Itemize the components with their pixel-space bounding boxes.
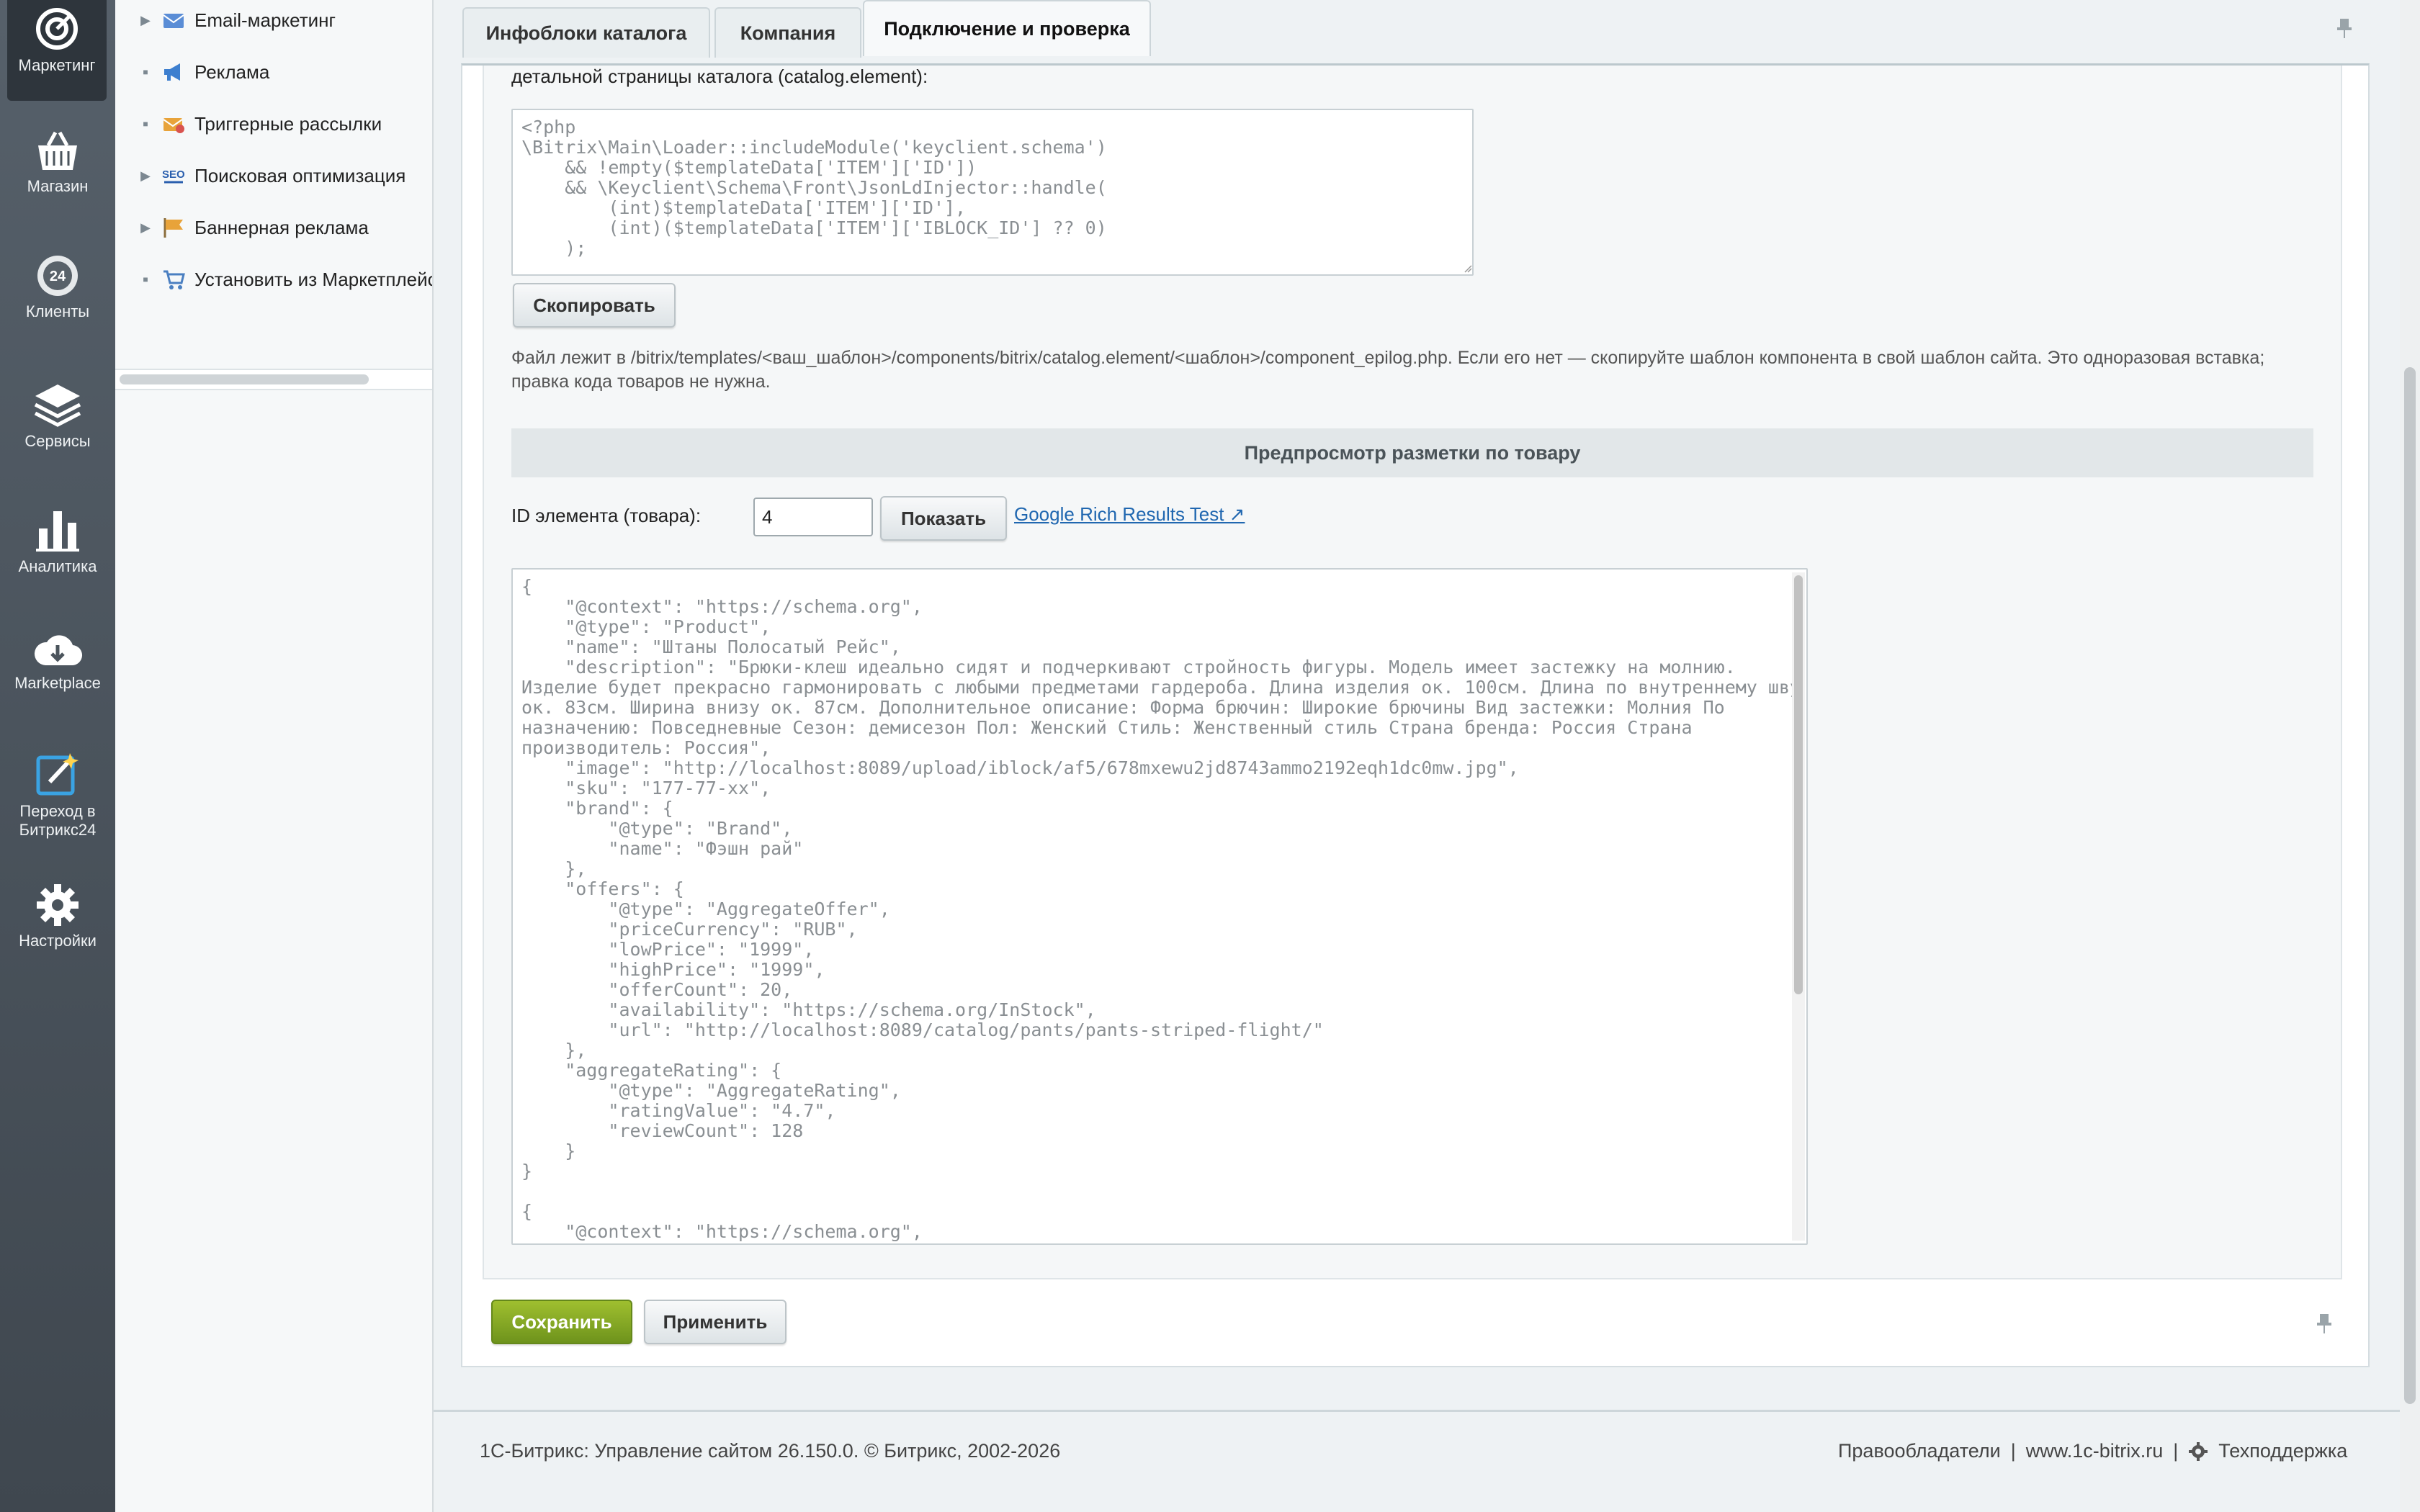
- basket-icon: [38, 131, 77, 170]
- php-snippet-textarea[interactable]: <?php \Bitrix\Main\Loader::includeModule…: [511, 109, 1474, 276]
- banner-flag-icon: [163, 218, 183, 238]
- sidebar-item-trigger-mailings[interactable]: ■ Триггерные рассылки: [137, 109, 382, 138]
- scrollbar-thumb[interactable]: [1794, 575, 1803, 994]
- element-id-label: ID элемента (товара):: [511, 505, 702, 526]
- menu-label: Магазин: [27, 177, 89, 195]
- bullet-icon: ■: [143, 274, 148, 284]
- sidebar-item-ads[interactable]: ■ Реклама: [137, 58, 269, 86]
- bullet-icon: ■: [143, 119, 148, 129]
- menu-item-clients[interactable]: 24 Клиенты: [0, 253, 115, 321]
- footer-links: Правообладатели | www.1c-bitrix.ru | Тех…: [1838, 1440, 2347, 1462]
- bullet-icon: ■: [143, 67, 148, 77]
- support-gear-icon: [2189, 1441, 2208, 1461]
- footer-copyright: 1С-Битрикс: Управление сайтом 26.150.0. …: [480, 1440, 1061, 1462]
- show-button[interactable]: Показать: [880, 496, 1007, 541]
- gear-icon: [37, 884, 79, 926]
- sidebar-item-label: Email-маркетинг: [194, 9, 336, 31]
- preview-section-header: Предпросмотр разметки по товару: [511, 428, 2313, 477]
- sidebar-item-label: Триггерные рассылки: [194, 112, 382, 135]
- save-button[interactable]: Сохранить: [491, 1300, 632, 1344]
- footer-separator: |: [2010, 1440, 2016, 1462]
- footer-link-rightholders[interactable]: Правообладатели: [1838, 1440, 2001, 1462]
- settings-panel: детальной страницы каталога (catalog.ele…: [461, 63, 2370, 1367]
- apply-button[interactable]: Применить: [644, 1300, 786, 1344]
- tab-connection-check[interactable]: Подключение и проверка: [863, 0, 1151, 56]
- element-id-input[interactable]: 4: [753, 498, 873, 536]
- page-scrollbar-thumb[interactable]: [2404, 367, 2416, 1404]
- cart-icon: [163, 270, 185, 289]
- sidebar-item-label: Реклама: [194, 60, 270, 83]
- sidebar-item-label: Поисковая оптимизация: [194, 164, 406, 186]
- sidebar-item-email-marketing[interactable]: ▶ Email-маркетинг: [137, 6, 336, 35]
- footer-separator: |: [2173, 1440, 2179, 1462]
- jsonld-preview-textarea[interactable]: { "@context": "https://schema.org", "@ty…: [511, 568, 1808, 1245]
- menu-item-marketing[interactable]: Маркетинг: [7, 0, 107, 101]
- left-main-menu: Маркетинг Магазин 24 Клиенты Сервисы Ана…: [0, 0, 115, 1512]
- sidebar-horizontal-scrollbar[interactable]: [115, 369, 432, 390]
- code-block-label: детальной страницы каталога (catalog.ele…: [511, 66, 928, 87]
- megaphone-icon: [164, 63, 180, 81]
- menu-label: Настройки: [19, 932, 97, 950]
- menu-label: Аналитика: [18, 557, 97, 575]
- menu-label: Marketplace: [14, 674, 101, 692]
- cloud-download-icon: [34, 635, 83, 666]
- seo-icon: SEO: [162, 168, 185, 184]
- tab-company[interactable]: Компания: [714, 7, 861, 58]
- sidebar-item-seo[interactable]: ▶ SEO Поисковая оптимизация: [137, 161, 405, 190]
- email-icon: [163, 14, 184, 28]
- sidebar-item-label: Установить из Маркетплейса: [194, 268, 434, 290]
- menu-item-settings[interactable]: Настройки: [0, 883, 115, 950]
- sidebar-item-label: Баннерная реклама: [194, 216, 369, 238]
- pin-icon[interactable]: [2316, 1313, 2332, 1334]
- menu-item-bitrix24[interactable]: Переход в Битрикс24: [0, 750, 115, 840]
- sidebar-item-banner-ads[interactable]: ▶ Баннерная реклама: [137, 213, 369, 242]
- svg-text:SEO: SEO: [162, 168, 185, 181]
- install-note: Файл лежит в /bitrix/templates/<ваш_шабл…: [511, 348, 2265, 392]
- expand-arrow-icon[interactable]: ▶: [137, 168, 154, 184]
- external-edit-icon: [36, 753, 79, 796]
- expand-arrow-icon[interactable]: ▶: [137, 13, 154, 28]
- tab-label: Компания: [740, 22, 836, 44]
- target-icon: [36, 8, 78, 50]
- preview-scrollbar[interactable]: [1792, 572, 1805, 1241]
- pin-icon[interactable]: [2336, 17, 2352, 39]
- layers-icon: [34, 384, 81, 427]
- footer-link-site[interactable]: www.1c-bitrix.ru: [2026, 1440, 2164, 1462]
- sidebar-item-marketplace-install[interactable]: ■ Установить из Маркетплейса: [137, 265, 434, 294]
- menu-item-shop[interactable]: Магазин: [0, 130, 115, 196]
- menu-label: Переход в Битрикс24: [19, 802, 97, 839]
- resize-handle-icon[interactable]: [1464, 264, 1472, 273]
- menu-label: Маркетинг: [18, 56, 96, 74]
- menu-item-marketplace[interactable]: Marketplace: [0, 629, 115, 693]
- footer-divider: [434, 1410, 2400, 1412]
- clients-24-icon: 24: [37, 256, 78, 296]
- menu-item-analytics[interactable]: Аналитика: [0, 507, 115, 576]
- tab-catalog-iblocks[interactable]: Инфоблоки каталога: [462, 7, 710, 58]
- footer-link-support[interactable]: Техподдержка: [2218, 1440, 2347, 1462]
- connection-section: детальной страницы каталога (catalog.ele…: [483, 66, 2342, 1279]
- svg-text:24: 24: [50, 269, 66, 284]
- bar-chart-icon: [36, 511, 79, 552]
- expand-arrow-icon[interactable]: ▶: [137, 220, 154, 235]
- rich-results-test-link[interactable]: Google Rich Results Test ↗: [1014, 503, 1245, 526]
- trigger-mail-icon: [163, 118, 184, 133]
- tab-label: Инфоблоки каталога: [485, 22, 687, 44]
- menu-item-services[interactable]: Сервисы: [0, 382, 115, 451]
- copy-button[interactable]: Скопировать: [513, 283, 676, 328]
- tab-label: Подключение и проверка: [884, 17, 1130, 40]
- scrollbar-thumb[interactable]: [120, 374, 369, 384]
- section-sidebar: ▶ Email-маркетинг ■ Реклама ■ Триггерные…: [115, 0, 434, 1512]
- menu-label: Сервисы: [24, 432, 91, 450]
- menu-label: Клиенты: [25, 302, 90, 320]
